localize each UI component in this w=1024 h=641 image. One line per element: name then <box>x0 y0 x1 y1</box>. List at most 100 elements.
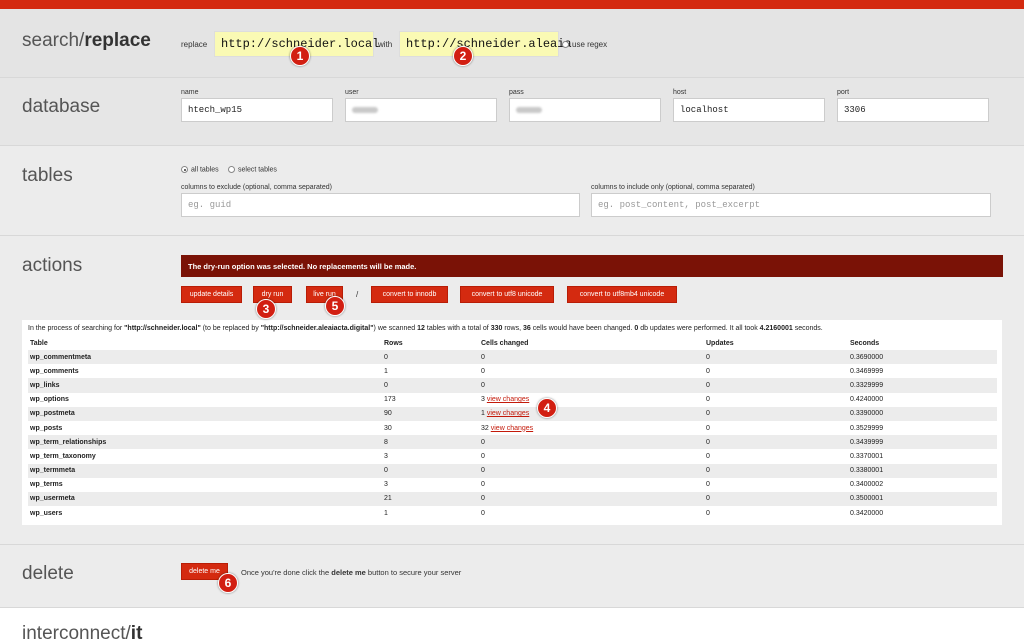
rows-cell: 0 <box>384 467 388 475</box>
table-name-cell: wp_options <box>30 396 69 404</box>
table-row: wp_comments 1 0 0 0.3469999 <box>28 364 997 378</box>
seconds-cell: 0.3400002 <box>850 481 884 489</box>
updates-cell: 0 <box>706 495 710 503</box>
rows-cell: 90 <box>384 410 392 418</box>
view-changes-link[interactable]: view changes <box>491 425 533 432</box>
db-name-label: name <box>181 89 199 96</box>
cells-changed-cell: 0 <box>481 509 485 517</box>
blurred-value <box>352 107 378 113</box>
annotation-marker-3: 3 <box>256 299 276 319</box>
select-tables-option[interactable]: select tables <box>228 166 277 173</box>
cells-changed-cell: 0 <box>481 438 485 446</box>
seconds-cell: 0.3690000 <box>850 353 884 361</box>
view-changes-link[interactable]: view changes <box>487 396 529 403</box>
db-pass-input[interactable] <box>509 98 661 122</box>
footer: interconnect/it <box>0 608 1024 641</box>
exclude-columns-input[interactable]: eg. guid <box>181 193 580 217</box>
db-host-input[interactable]: localhost <box>673 98 825 122</box>
seconds-cell: 0.3469999 <box>850 367 884 375</box>
annotation-marker-6: 6 <box>218 573 238 593</box>
exclude-columns-label: columns to exclude (optional, comma sepa… <box>181 184 332 191</box>
convert-utf8mb4-button[interactable]: convert to utf8mb4 unicode <box>567 286 677 303</box>
table-name-cell: wp_users <box>30 509 63 517</box>
seconds-cell: 0.3370001 <box>850 452 884 460</box>
table-row: wp_postmeta 90 1 view changes 0 0.3390000 <box>28 406 997 421</box>
table-row: wp_term_taxonomy 3 0 0 0.3370001 <box>28 449 997 463</box>
cells-changed-cell: 0 <box>481 481 485 489</box>
with-input[interactable]: http://schneider.aleaia <box>399 31 572 57</box>
regex-label: use regex <box>572 40 608 49</box>
dry-run-alert: The dry-run option was selected. No repl… <box>181 255 1003 277</box>
include-columns-input[interactable]: eg. post_content, post_excerpt <box>591 193 991 217</box>
actions-section: actions The dry-run option was selected.… <box>0 236 1024 545</box>
convert-utf8-button[interactable]: convert to utf8 unicode <box>460 286 554 303</box>
table-name-cell: wp_commentmeta <box>30 353 92 361</box>
results-summary: In the process of searching for "http://… <box>28 325 823 332</box>
updates-cell: 0 <box>706 481 710 489</box>
top-accent-bar <box>0 0 1024 9</box>
annotation-marker-2: 2 <box>453 46 473 66</box>
view-changes-link[interactable]: view changes <box>487 410 529 417</box>
all-tables-radio[interactable] <box>181 166 188 173</box>
title-bold: replace <box>84 30 151 51</box>
table-name-cell: wp_terms <box>30 481 63 489</box>
db-user-input[interactable] <box>345 98 497 122</box>
separator: / <box>356 290 359 299</box>
all-tables-option[interactable]: all tables <box>181 166 219 173</box>
db-port-label: port <box>837 89 850 96</box>
footer-brand: interconnect/it <box>22 623 143 641</box>
convert-innodb-button[interactable]: convert to innodb <box>371 286 448 303</box>
use-regex-option[interactable]: use regex <box>562 40 607 49</box>
all-tables-label: all tables <box>191 166 219 174</box>
col-updates: Updates <box>706 340 734 347</box>
results-header-row: Table Rows Cells changed Updates Seconds <box>28 337 997 350</box>
table-name-cell: wp_comments <box>30 367 79 375</box>
select-tables-radio[interactable] <box>228 166 235 173</box>
cells-changed-cell: 0 <box>481 381 485 389</box>
delete-title: delete <box>22 563 74 584</box>
seconds-cell: 0.3380001 <box>850 467 884 475</box>
table-name-cell: wp_termmeta <box>30 467 76 475</box>
table-row: wp_posts 30 32 view changes 0 0.3529999 <box>28 421 997 435</box>
updates-cell: 0 <box>706 353 710 361</box>
cells-changed-cell: 0 <box>481 367 485 375</box>
table-row: wp_term_relationships 8 0 0 0.3439999 <box>28 435 997 450</box>
table-name-cell: wp_postmeta <box>30 410 75 418</box>
replace-label: replace <box>181 40 208 49</box>
rows-cell: 0 <box>384 381 388 389</box>
table-name-cell: wp_usermeta <box>30 495 75 503</box>
annotation-marker-1: 1 <box>290 46 310 66</box>
updates-cell: 0 <box>706 410 710 418</box>
results-table: Table Rows Cells changed Updates Seconds… <box>28 337 997 520</box>
rows-cell: 1 <box>384 509 388 517</box>
updates-cell: 0 <box>706 424 710 432</box>
updates-cell: 0 <box>706 467 710 475</box>
table-row: wp_options 173 3 view changes 0 0.4240000 <box>28 393 997 407</box>
col-cells: Cells changed <box>481 340 529 347</box>
cells-changed-cell: 0 <box>481 353 485 361</box>
rows-cell: 30 <box>384 424 392 432</box>
db-name-input[interactable]: htech_wp15 <box>181 98 333 122</box>
update-details-button[interactable]: update details <box>181 286 242 303</box>
db-host-label: host <box>673 89 687 96</box>
updates-cell: 0 <box>706 396 710 404</box>
search-replace-title: search/replace <box>22 30 151 52</box>
table-row: wp_termmeta 0 0 0 0.3380001 <box>28 463 997 478</box>
seconds-cell: 0.3439999 <box>850 438 884 446</box>
seconds-cell: 0.3500001 <box>850 495 884 503</box>
cells-changed-cell: 0 <box>481 452 485 460</box>
cells-changed-cell: 1 view changes <box>481 410 530 418</box>
results-panel: In the process of searching for "http://… <box>22 320 1002 525</box>
rows-cell: 21 <box>384 495 392 503</box>
rows-cell: 3 <box>384 481 388 489</box>
cells-changed-cell: 0 <box>481 495 485 503</box>
rows-cell: 173 <box>384 396 396 404</box>
blurred-value <box>516 107 542 113</box>
db-pass-label: pass <box>509 89 524 96</box>
actions-title: actions <box>22 255 83 276</box>
title-plain: search/ <box>22 30 85 51</box>
regex-checkbox[interactable] <box>562 41 569 49</box>
db-port-input[interactable]: 3306 <box>837 98 989 122</box>
seconds-cell: 0.3329999 <box>850 381 884 389</box>
rows-cell: 1 <box>384 367 388 375</box>
